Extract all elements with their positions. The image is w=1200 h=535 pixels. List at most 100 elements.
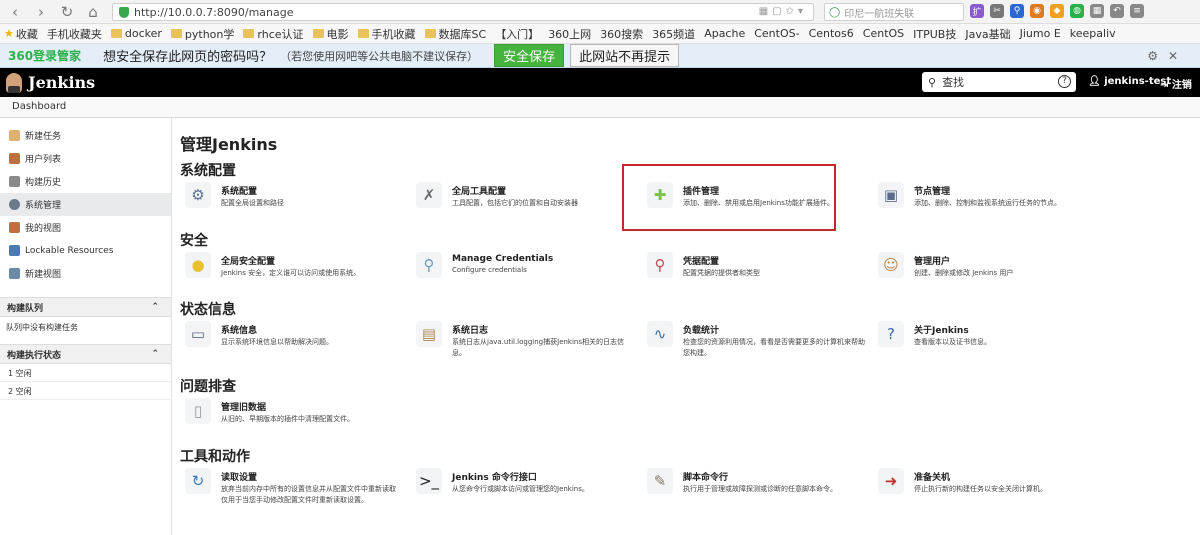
bookmark-item[interactable]: CentOS	[863, 27, 904, 40]
reload-icon[interactable]: ↻	[56, 1, 78, 23]
bookmark-item[interactable]: 电影	[312, 26, 349, 42]
manage-item-title[interactable]: 准备关机	[914, 470, 1047, 483]
manage-item[interactable]: ● 全局安全配置 Jenkins 安全，定义谁可以访问或使用系统。	[185, 252, 405, 279]
manage-item-text: 读取设置 放弃当前内存中所有的设置信息并从配置文件中重新读取 仅用于当您手动修改配…	[221, 468, 405, 506]
manage-item-title[interactable]: 插件管理	[683, 184, 834, 197]
jenkins-logo[interactable]: Jenkins	[6, 72, 95, 93]
sidebar: 新建任务 用户列表 构建历史 系统管理 我的视图 Lockable Resour…	[0, 118, 172, 535]
manage-item-title[interactable]: 凭据配置	[683, 254, 760, 267]
breadcrumb-dashboard[interactable]: Dashboard	[12, 101, 66, 112]
manage-item[interactable]: ▭ 系统信息 显示系统环境信息以帮助解决问题。	[185, 321, 405, 348]
bookmark-item[interactable]: 360搜索	[600, 26, 643, 42]
manage-item-title[interactable]: 读取设置	[221, 470, 405, 483]
sidebar-item-new-job[interactable]: 新建任务	[0, 124, 171, 147]
sidebar-item-my-views[interactable]: 我的视图	[0, 216, 171, 239]
manage-item[interactable]: ⚙ 系统配置 配置全局设置和路径	[185, 182, 405, 209]
manage-item[interactable]: ? 关于Jenkins 查看版本以及证书信息。	[878, 321, 1098, 348]
sidebar-item-new-view[interactable]: 新建视图	[0, 262, 171, 285]
manage-item[interactable]: ⚲ Manage Credentials Configure credentials	[416, 252, 636, 278]
bookmark-item[interactable]: docker	[110, 27, 162, 40]
address-tools-icon[interactable]: ▦▢✩▾	[759, 6, 807, 17]
manage-item-title[interactable]: 全局工具配置	[452, 184, 578, 197]
pw-close-icon[interactable]: ⚙✕	[1147, 49, 1188, 63]
user-link[interactable]: 👤︎ jenkins-test	[1088, 76, 1171, 87]
scissors-icon[interactable]: ✂	[990, 4, 1004, 18]
logout-icon: ⇥	[1160, 80, 1172, 91]
menu-icon[interactable]: ≡	[1130, 4, 1144, 18]
manage-item-title[interactable]: 系统配置	[221, 184, 284, 197]
bookmark-item[interactable]: 360上网	[548, 26, 591, 42]
bookmark-item[interactable]: 手机收藏	[357, 26, 416, 42]
address-bar[interactable]: http://10.0.0.7:8090/manage ▦▢✩▾	[112, 3, 814, 21]
home-icon[interactable]: ⌂	[82, 1, 104, 23]
manage-item[interactable]: ✚ 插件管理 添加、删除、禁用或启用Jenkins功能扩展插件。	[647, 182, 867, 209]
bookmark-item[interactable]: 收藏	[16, 26, 38, 42]
bookmark-item[interactable]: keepaliv	[1070, 27, 1116, 40]
manage-item-title[interactable]: 系统日志	[452, 323, 636, 336]
manage-item-title[interactable]: 系统信息	[221, 323, 333, 336]
find-icon[interactable]: ⚲	[1010, 4, 1024, 18]
game-icon[interactable]: ◉	[1030, 4, 1044, 18]
bookmark-item[interactable]: Java基础	[965, 26, 1010, 42]
manage-item[interactable]: ✎ 脚本命令行 执行用于管理或故障探测或诊断的任意脚本命令。	[647, 468, 867, 495]
forward-icon[interactable]: ›	[30, 1, 52, 23]
bookmark-item[interactable]: 【入门】	[495, 26, 539, 42]
collapse-icon[interactable]: ⌃	[151, 302, 159, 312]
manage-item[interactable]: ∿ 负载统计 检查您的资源利用情况，看看是否需要更多的计算机来帮助您构建。	[647, 321, 867, 359]
manage-item-title[interactable]: Manage Credentials	[452, 254, 553, 264]
executors-header[interactable]: 构建执行状态 ⌃	[0, 344, 171, 364]
breadcrumb: Dashboard	[0, 97, 1200, 118]
bookmark-item[interactable]: 数据库SC	[424, 26, 486, 42]
build-queue-header[interactable]: 构建队列 ⌃	[0, 297, 171, 317]
manage-item-icon: ⚲	[647, 252, 673, 278]
bookmark-item[interactable]: ITPUB技	[913, 26, 956, 42]
shield-ext-icon[interactable]: ◆	[1050, 4, 1064, 18]
bookmark-item[interactable]: rhce认证	[243, 26, 304, 42]
manage-item[interactable]: ▤ 系统日志 系统日志从java.util.logging捕获Jenkins相关的日…	[416, 321, 636, 359]
undo-icon[interactable]: ↶	[1110, 4, 1124, 18]
manage-item-icon: ▣	[878, 182, 904, 208]
bookmark-item[interactable]: 365频道	[652, 26, 695, 42]
manage-item[interactable]: ↻ 读取设置 放弃当前内存中所有的设置信息并从配置文件中重新读取 仅用于当您手动修改…	[185, 468, 405, 506]
bookmark-item[interactable]: CentOS-	[754, 27, 799, 40]
manage-item-desc: Configure credentials	[452, 266, 527, 274]
bookmark-item[interactable]: 手机收藏夹	[47, 26, 102, 42]
star-icon: ★	[4, 27, 14, 40]
manage-item-title[interactable]: 管理用户	[914, 254, 1013, 267]
manage-item[interactable]: ▣ 节点管理 添加、删除、控制和监视系统运行任务的节点。	[878, 182, 1098, 209]
manage-item-title[interactable]: 关于Jenkins	[914, 323, 991, 336]
sidebar-item-users[interactable]: 用户列表	[0, 147, 171, 170]
manage-item-title[interactable]: 负载统计	[683, 323, 867, 336]
back-icon[interactable]: ‹	[4, 1, 26, 23]
sidebar-item-lockable-resources[interactable]: Lockable Resources	[0, 239, 171, 262]
jenkins-search-input[interactable]: ⚲ 查找 ?	[922, 72, 1076, 92]
pw-never-button[interactable]: 此网站不再提示	[570, 44, 680, 67]
manage-item-title[interactable]: 管理旧数据	[221, 400, 354, 413]
pw-save-button[interactable]: 安全保存	[494, 44, 565, 67]
grid-icon[interactable]: ▦	[1090, 4, 1104, 18]
manage-item[interactable]: ☺ 管理用户 创建、删除或修改 Jenkins 用户	[878, 252, 1098, 279]
build-queue-empty: 队列中没有构建任务	[6, 323, 78, 332]
logout-link[interactable]: ⇥ 注销	[1160, 76, 1192, 91]
manage-item[interactable]: ➜ 准备关机 停止执行新的构建任务以安全关闭计算机。	[878, 468, 1098, 495]
manage-item-title[interactable]: 脚本命令行	[683, 470, 837, 483]
extension-icon[interactable]: 扩	[970, 4, 984, 18]
manage-item[interactable]: ⚲ 凭据配置 配置凭据的提供者和类型	[647, 252, 867, 279]
manage-item-title[interactable]: 节点管理	[914, 184, 1061, 197]
bookmark-item[interactable]: Centos6	[809, 27, 854, 40]
browser-search[interactable]: ◯ 印尼一航班失联	[824, 3, 964, 21]
manage-item[interactable]: ✗ 全局工具配置 工具配置，包括它们的位置和自动安装器	[416, 182, 636, 209]
bookmark-item[interactable]: Apache	[704, 27, 745, 40]
manage-item-title[interactable]: 全局安全配置	[221, 254, 360, 267]
help-icon[interactable]: ?	[1058, 75, 1071, 88]
sidebar-item-build-history[interactable]: 构建历史	[0, 170, 171, 193]
bookmark-item[interactable]: python学	[170, 26, 234, 42]
sidebar-item-manage[interactable]: 系统管理	[0, 193, 171, 216]
manage-item[interactable]: ▯ 管理旧数据 从旧的、早期版本的插件中清理配置文件。	[185, 398, 405, 425]
manage-item-title[interactable]: Jenkins 命令行接口	[452, 470, 589, 483]
gear-icon	[9, 199, 20, 210]
manage-item[interactable]: >_ Jenkins 命令行接口 从您命令行或脚本访问或管理您的Jenkins。	[416, 468, 636, 495]
wechat-icon[interactable]: ◍	[1070, 4, 1084, 18]
bookmark-item[interactable]: Jiumo E	[1020, 27, 1061, 40]
collapse-icon[interactable]: ⌃	[151, 349, 159, 359]
